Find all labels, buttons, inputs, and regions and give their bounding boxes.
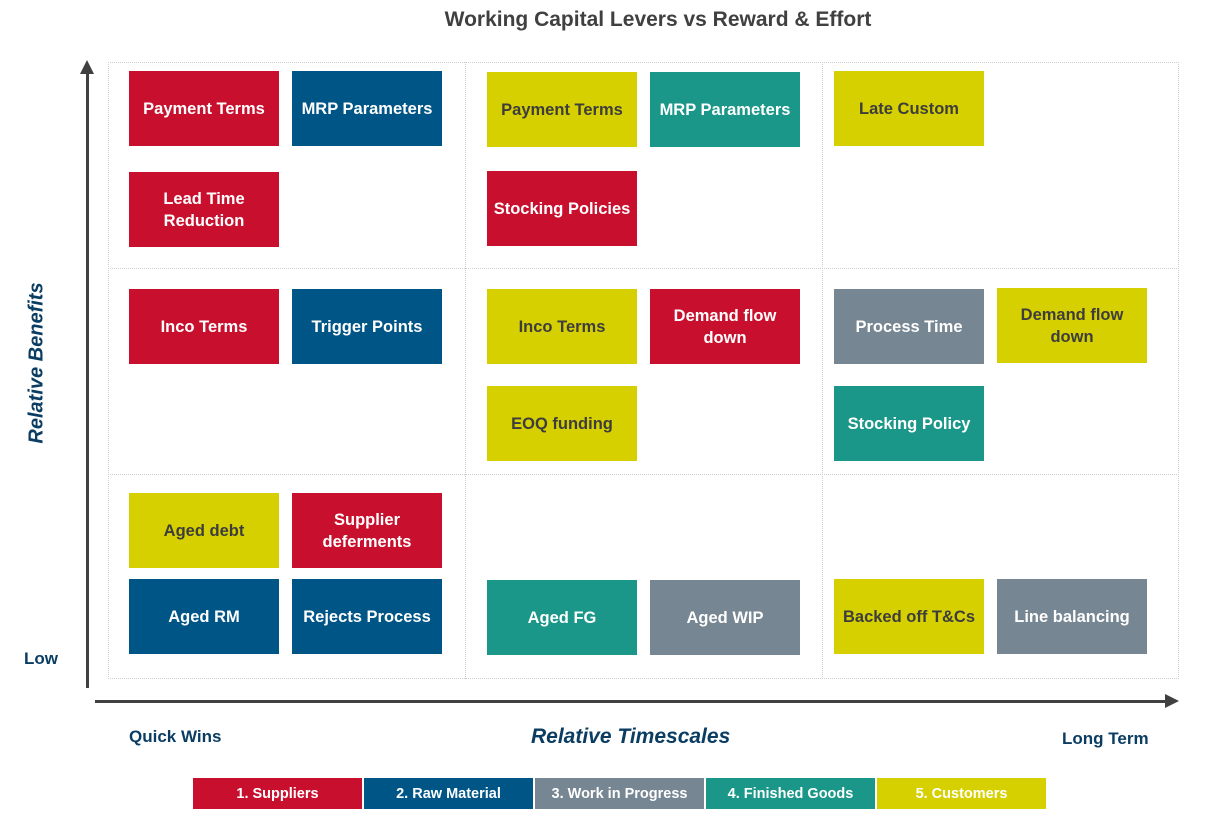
lever-box: MRP Parameters [650, 72, 800, 147]
legend-item-work-in-progress: 3. Work in Progress [535, 778, 704, 809]
lever-box: Inco Terms [129, 289, 279, 364]
legend-label: 2. Raw Material [396, 785, 501, 802]
lever-box: Stocking Policies [487, 171, 637, 246]
lever-label: MRP Parameters [659, 100, 791, 119]
lever-label: Stocking Policies [493, 199, 631, 218]
lever-box: Late Custom [834, 71, 984, 146]
lever-box: Supplier deferments [292, 493, 442, 568]
lever-box: Backed off T&Cs [834, 579, 984, 654]
lever-label: Stocking Policy [847, 414, 971, 433]
lever-box: Demand flow down [997, 288, 1147, 363]
x-axis-label: Relative Timescales [531, 725, 731, 748]
lever-box: Process Time [834, 289, 984, 364]
lever-label: Backed off T&Cs [842, 607, 976, 626]
lever-box: Aged RM [129, 579, 279, 654]
legend-label: 3. Work in Progress [551, 785, 688, 802]
lever-label: Payment Terms [143, 99, 265, 118]
legend-label: 5. Customers [915, 785, 1008, 802]
lever-label: Aged FG [527, 608, 597, 627]
lever-box: Aged WIP [650, 580, 800, 655]
lever-box: Aged FG [487, 580, 637, 655]
lever-label: Aged WIP [686, 608, 764, 627]
lever-box: Stocking Policy [834, 386, 984, 461]
lever-box: Inco Terms [487, 289, 637, 364]
lever-box: Payment Terms [129, 71, 279, 146]
diagram-title: Working Capital Levers vs Reward & Effor… [0, 8, 1213, 32]
legend: 1. Suppliers 2. Raw Material 3. Work in … [193, 778, 1046, 809]
y-axis-line [86, 72, 89, 688]
lever-label: Lead Time Reduction [163, 189, 245, 230]
x-axis-line [95, 700, 1167, 703]
lever-label: MRP Parameters [301, 99, 433, 118]
legend-item-finished-goods: 4. Finished Goods [706, 778, 875, 809]
column-divider [822, 62, 823, 679]
lever-label: Trigger Points [311, 317, 423, 336]
row-divider [108, 268, 1179, 269]
legend-item-suppliers: 1. Suppliers [193, 778, 362, 809]
lever-box: EOQ funding [487, 386, 637, 461]
lever-label: Line balancing [1014, 607, 1130, 626]
lever-label: Payment Terms [501, 100, 623, 119]
legend-item-raw-material: 2. Raw Material [364, 778, 533, 809]
lever-label: Demand flow down [1020, 305, 1124, 346]
lever-box: Lead Time Reduction [129, 172, 279, 247]
lever-label: Inco Terms [160, 317, 248, 336]
y-axis-label: Relative Benefits [25, 282, 48, 444]
row-divider [108, 474, 1179, 475]
y-axis-arrow-icon [80, 60, 94, 74]
lever-label: EOQ funding [511, 414, 613, 433]
lever-label: Late Custom [859, 99, 959, 118]
y-axis-low-label: Low [24, 649, 58, 668]
lever-label: Inco Terms [518, 317, 606, 336]
legend-item-customers: 5. Customers [877, 778, 1046, 809]
column-divider [465, 62, 466, 679]
lever-label: Process Time [855, 317, 963, 336]
diagram-title-text: Working Capital Levers vs Reward & Effor… [444, 8, 872, 31]
lever-box: Line balancing [997, 579, 1147, 654]
lever-box: Payment Terms [487, 72, 637, 147]
lever-box: Demand flow down [650, 289, 800, 364]
lever-label: Demand flow down [673, 306, 777, 347]
lever-label: Aged RM [168, 607, 240, 626]
x-axis-end-label: Long Term [1062, 729, 1149, 748]
lever-label: Aged debt [163, 521, 245, 540]
lever-box: Rejects Process [292, 579, 442, 654]
lever-label: Rejects Process [303, 607, 431, 626]
x-axis-arrow-icon [1165, 694, 1179, 708]
legend-label: 4. Finished Goods [727, 785, 854, 802]
x-axis-start-label: Quick Wins [129, 727, 222, 746]
legend-label: 1. Suppliers [236, 785, 319, 802]
lever-box: Aged debt [129, 493, 279, 568]
lever-label: Supplier deferments [322, 510, 412, 551]
lever-box: Trigger Points [292, 289, 442, 364]
lever-box: MRP Parameters [292, 71, 442, 146]
